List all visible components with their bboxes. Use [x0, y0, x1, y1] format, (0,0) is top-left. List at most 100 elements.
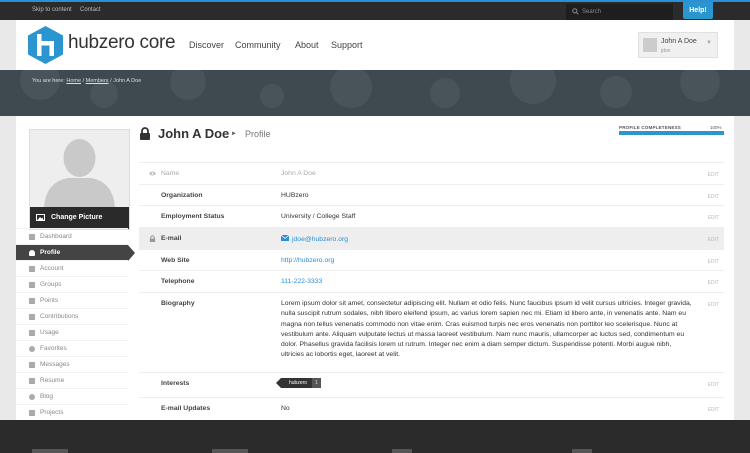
- edit-button-organization[interactable]: EDIT: [708, 194, 719, 200]
- profile-completeness-bar: [619, 131, 724, 135]
- breadcrumb-prefix: You are here:: [32, 78, 65, 84]
- sidebar-item-blog[interactable]: Blog: [16, 388, 128, 404]
- profile-fields: Name John A Doe EDIT Organization HUBzer…: [139, 162, 724, 419]
- field-value-name: John A Doe: [281, 170, 316, 177]
- field-value-biography: Lorem ipsum dolor sit amet, consectetur …: [281, 300, 692, 359]
- field-label-interests: Interests: [161, 380, 190, 387]
- user-handle: jdoe: [661, 48, 671, 54]
- profile-completeness-fill: [619, 131, 724, 135]
- blog-icon: [29, 394, 35, 400]
- profile-name-heading: John A Doe: [158, 126, 230, 141]
- sidebar-item-resume[interactable]: Resume: [16, 372, 128, 388]
- field-label-employment: Employment Status: [161, 213, 225, 220]
- contributions-icon: [29, 314, 35, 320]
- field-label-organization: Organization: [161, 192, 203, 199]
- profile-picture: Change Picture: [29, 129, 130, 230]
- projects-icon: [29, 410, 35, 416]
- sidebar-item-favorites[interactable]: Favorites: [16, 340, 128, 356]
- edit-button-email-updates[interactable]: EDIT: [708, 407, 719, 413]
- edit-button-website[interactable]: EDIT: [708, 259, 719, 265]
- nav-about[interactable]: About: [295, 40, 319, 50]
- field-label-name: Name: [161, 170, 180, 177]
- sidebar-item-contributions[interactable]: Contributions: [16, 308, 128, 324]
- sidebar-item-usage[interactable]: Usage: [16, 324, 128, 340]
- search-placeholder: Search: [582, 9, 602, 15]
- nav-support[interactable]: Support: [331, 40, 363, 50]
- default-avatar-icon: [30, 130, 129, 207]
- field-label-telephone: Telephone: [161, 278, 195, 285]
- email-link[interactable]: jdoe@hubzero.org: [281, 235, 348, 243]
- interest-tag-count: 1: [312, 378, 321, 388]
- lock-icon: [140, 127, 150, 140]
- search-input[interactable]: Search: [566, 4, 673, 20]
- user-menu[interactable]: John A Doe jdoe ▼: [638, 32, 718, 58]
- edit-button-telephone[interactable]: EDIT: [708, 280, 719, 286]
- website-link[interactable]: http://hubzero.org: [281, 257, 334, 264]
- brand-name[interactable]: hubzero core: [68, 32, 176, 54]
- top-bar: Skip to content Contact Search Help!: [0, 0, 750, 20]
- footer-heading: [32, 449, 68, 453]
- sidebar-item-profile[interactable]: Profile: [16, 244, 135, 261]
- eye-icon: [149, 171, 156, 176]
- field-row-interests: Interests hubzero 1 EDIT: [139, 372, 724, 397]
- footer-heading: [212, 449, 248, 453]
- field-row-name: Name John A Doe EDIT: [139, 162, 724, 184]
- dashboard-icon: [29, 234, 35, 240]
- sidebar-item-groups[interactable]: Groups: [16, 276, 128, 292]
- site-header: hubzero core Discover Community About Su…: [16, 20, 734, 70]
- messages-icon: [29, 362, 35, 368]
- breadcrumb-current: John A Doe: [113, 78, 142, 84]
- field-row-organization: Organization HUBzero EDIT: [139, 184, 724, 205]
- field-value-employment: University / College Staff: [281, 213, 356, 220]
- image-icon: [36, 214, 45, 221]
- chevron-down-icon: ▼: [706, 40, 712, 46]
- sidebar-item-account[interactable]: Account: [16, 260, 128, 276]
- change-picture-label: Change Picture: [51, 214, 103, 221]
- change-picture-button[interactable]: Change Picture: [30, 207, 129, 229]
- hero-band: [0, 70, 750, 116]
- edit-button-name[interactable]: EDIT: [708, 172, 719, 178]
- help-button[interactable]: Help!: [683, 2, 713, 19]
- section-title: Profile: [245, 129, 271, 139]
- site-footer: [0, 420, 750, 453]
- field-row-email-updates: E-mail Updates No EDIT: [139, 397, 724, 419]
- field-row-email: E-mail jdoe@hubzero.org EDIT: [139, 227, 724, 249]
- breadcrumb-arrow-icon: ►: [231, 131, 237, 137]
- sidebar-item-dashboard[interactable]: Dashboard: [16, 228, 128, 244]
- field-value-organization: HUBzero: [281, 192, 309, 199]
- telephone-link[interactable]: 111-222-3333: [281, 278, 322, 285]
- interest-tag-label: hubzero: [275, 378, 313, 388]
- field-value-email: jdoe@hubzero.org: [292, 236, 349, 243]
- hubzero-logo-icon[interactable]: [28, 26, 63, 64]
- envelope-icon: [281, 235, 289, 241]
- field-row-website: Web Site http://hubzero.org EDIT: [139, 249, 724, 270]
- sidebar-item-points[interactable]: Points: [16, 292, 128, 308]
- edit-button-interests[interactable]: EDIT: [708, 382, 719, 388]
- heart-icon: [29, 346, 35, 352]
- sidebar-item-messages[interactable]: Messages: [16, 356, 128, 372]
- edit-button-biography[interactable]: EDIT: [708, 302, 719, 308]
- skip-to-content-link[interactable]: Skip to content: [32, 7, 72, 13]
- profile-completeness-label: PROFILE COMPLETENESS: [619, 125, 682, 130]
- sidebar-item-projects[interactable]: Projects: [16, 404, 128, 420]
- nav-discover[interactable]: Discover: [189, 40, 224, 50]
- user-name: John A Doe: [661, 38, 697, 45]
- nav-community[interactable]: Community: [235, 40, 281, 50]
- field-label-email: E-mail: [161, 235, 182, 242]
- field-label-biography: Biography: [161, 300, 195, 307]
- edit-button-employment[interactable]: EDIT: [708, 215, 719, 221]
- contact-link[interactable]: Contact: [80, 7, 101, 13]
- field-label-website: Web Site: [161, 257, 190, 264]
- field-row-telephone: Telephone 111-222-3333 EDIT: [139, 270, 724, 292]
- resume-icon: [29, 378, 35, 384]
- edit-button-email[interactable]: EDIT: [708, 237, 719, 243]
- interest-tag[interactable]: hubzero 1: [275, 378, 321, 388]
- lock-icon: [149, 235, 156, 242]
- breadcrumb-members[interactable]: Members: [86, 78, 109, 84]
- breadcrumb-home[interactable]: Home: [66, 78, 81, 84]
- profile-sidebar: Dashboard Profile Account Groups Points …: [16, 228, 135, 420]
- profile-completeness-percent: 100%: [710, 125, 722, 130]
- usage-icon: [29, 330, 35, 336]
- breadcrumb-separator: /: [110, 78, 112, 84]
- footer-heading: [572, 449, 592, 453]
